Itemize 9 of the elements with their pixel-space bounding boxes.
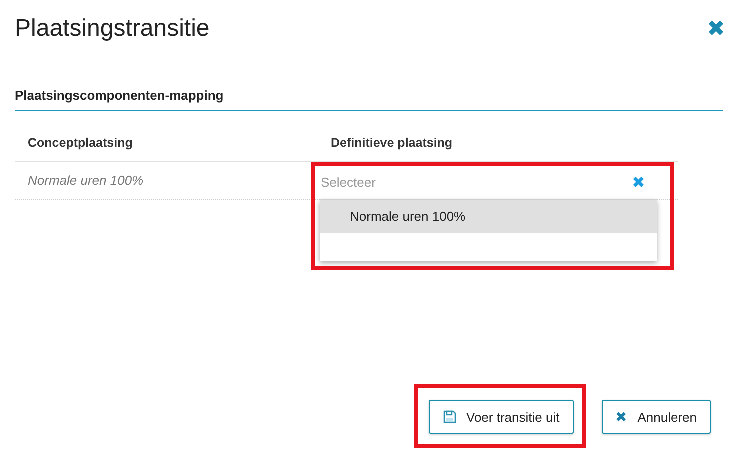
dialog-title: Plaatsingstransitie bbox=[15, 15, 210, 43]
dropdown-option[interactable]: Normale uren 100% bbox=[320, 200, 657, 233]
save-button[interactable]: Voer transitie uit bbox=[428, 400, 574, 434]
close-button[interactable]: ✖ bbox=[707, 16, 725, 42]
table-cell-text: Normale uren 100% bbox=[27, 172, 145, 188]
column-header: Definitieve plaatsing bbox=[330, 136, 454, 150]
section-title: Plaatsingscomponenten-mapping bbox=[15, 88, 723, 111]
cancel-button[interactable]: ✖ Annuleren bbox=[602, 400, 711, 434]
column-header: Conceptplaatsing bbox=[27, 136, 134, 150]
